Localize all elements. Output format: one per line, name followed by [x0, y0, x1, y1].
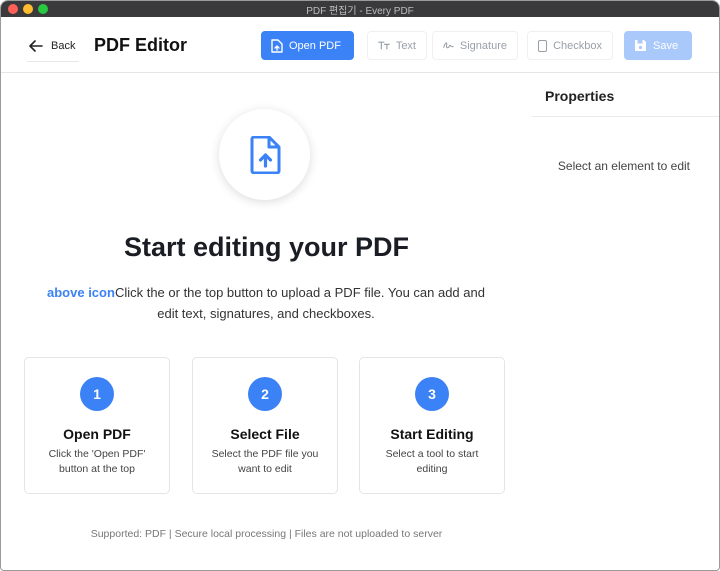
step-card: 1 Open PDF Click the 'Open PDF' button a…: [24, 357, 170, 494]
arrow-left-icon: [29, 40, 43, 52]
step-card: 2 Select File Select the PDF file you wa…: [192, 357, 338, 494]
save-button[interactable]: Save: [624, 31, 692, 60]
signature-tool-button[interactable]: Signature: [432, 31, 518, 60]
step-number-badge: 1: [80, 377, 114, 411]
support-footer: Supported: PDF | Secure local processing…: [90, 528, 443, 540]
window-title: PDF 편집기 - Every PDF: [306, 6, 414, 17]
instructions-body: Click the or the top button to upload a …: [114, 285, 485, 321]
step-description: Click the 'Open PDF' button at the top: [48, 448, 146, 475]
instructions-text: above iconClick the or the top button to…: [41, 282, 491, 324]
open-pdf-button[interactable]: Open PDF: [261, 31, 354, 60]
title-bar: PDF 편집기 - Every PDF: [1, 1, 719, 17]
header-toolbar: Back PDF Editor Open PDF Text Signature …: [1, 18, 719, 73]
open-pdf-label: Open PDF: [289, 39, 341, 52]
editor-main: Start editing your PDF above iconClick t…: [1, 74, 532, 570]
upload-drop-zone[interactable]: [219, 109, 310, 200]
step-card: 3 Start Editing Select a tool to start e…: [359, 357, 505, 494]
step-title: Open PDF: [63, 426, 131, 442]
properties-empty-state: Select an element to edit: [557, 159, 690, 173]
upload-icon-highlight: above icon: [47, 285, 115, 300]
text-icon: [378, 41, 390, 50]
text-tool-button[interactable]: Text: [367, 31, 427, 60]
signature-tool-label: Signature: [459, 39, 507, 52]
checkbox-tool-button[interactable]: Checkbox: [527, 31, 613, 60]
properties-title: Properties: [545, 88, 615, 104]
back-button[interactable]: Back: [25, 32, 80, 62]
page-title: PDF Editor: [94, 35, 187, 55]
checkbox-icon: [538, 39, 548, 52]
step-title: Start Editing: [390, 426, 474, 442]
step-description: Select a tool to start editing: [385, 448, 479, 475]
step-number-badge: 2: [248, 377, 282, 411]
properties-divider: [532, 116, 719, 117]
file-upload-icon: [271, 38, 283, 53]
signature-icon: [443, 42, 454, 49]
hero-heading: Start editing your PDF: [123, 232, 410, 262]
save-icon: [635, 40, 646, 51]
step-description: Select the PDF file you want to edit: [211, 448, 319, 475]
save-label: Save: [653, 39, 679, 52]
file-upload-icon: [250, 135, 280, 174]
properties-panel: Properties Select an element to edit: [532, 74, 719, 570]
checkbox-tool-label: Checkbox: [553, 39, 602, 52]
back-label: Back: [51, 40, 76, 52]
text-tool-label: Text: [395, 39, 416, 52]
step-number-badge: 3: [415, 377, 449, 411]
app-window: PDF 편집기 - Every PDF Back PDF Editor Open…: [0, 0, 720, 571]
step-title: Select File: [230, 426, 300, 442]
